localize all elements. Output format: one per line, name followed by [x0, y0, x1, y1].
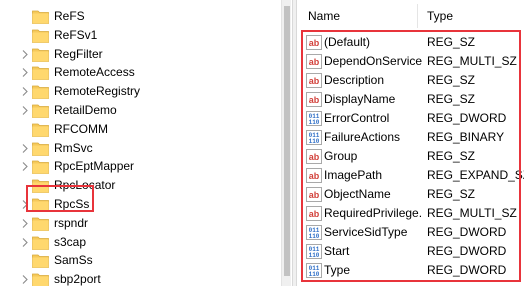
tree-scroll-thumb[interactable] [284, 6, 290, 276]
tree-item-refsv1[interactable]: ReFSv1 [0, 26, 280, 45]
chevron-right-icon[interactable] [20, 233, 30, 252]
tree-item-label: s3cap [54, 234, 87, 249]
tree-item-label: sbp2port [54, 272, 101, 286]
folder-icon [32, 253, 49, 269]
chevron-right-icon[interactable] [20, 270, 30, 286]
column-header-name[interactable]: Name [308, 6, 340, 26]
folder-icon [32, 84, 49, 100]
tree-item-label: RemoteRegistry [54, 84, 141, 99]
tree-item-label: rspndr [54, 215, 89, 230]
tree-item-regfilter[interactable]: RegFilter [0, 45, 280, 64]
tree-item-label: RFCOMM [54, 121, 108, 136]
registry-key-tree: ReFS ReFSv1 RegFilter RemoteAccess RemoteReg… [0, 0, 292, 286]
tree-item-samss[interactable]: SamSs [0, 251, 280, 270]
tree-item-label: RpcEptMapper [54, 159, 135, 174]
folder-icon [32, 28, 49, 43]
folder-icon [32, 216, 49, 231]
tree-scrollbar[interactable] [281, 0, 291, 286]
chevron-right-icon[interactable] [20, 45, 30, 64]
tree-item-refs[interactable]: ReFS [0, 7, 280, 26]
tree-item-label: ReFS [54, 9, 85, 23]
chevron-right-icon[interactable] [20, 214, 30, 233]
folder-icon [32, 272, 49, 286]
tree-item-label: RemoteAccess [54, 65, 135, 80]
tree-item-remoteaccess[interactable]: RemoteAccess [0, 63, 280, 82]
tree-item-sbp2port[interactable]: sbp2port [0, 270, 280, 286]
tree-item-label: SamSs [54, 253, 93, 268]
column-header-type[interactable]: Type [427, 6, 453, 26]
folder-icon [32, 65, 49, 81]
chevron-right-icon[interactable] [20, 101, 30, 120]
column-header-divider[interactable] [417, 4, 418, 28]
tree-item-rmsvc[interactable]: RmSvc [0, 139, 280, 158]
folder-icon [32, 47, 49, 62]
tree-item-label: RmSvc [54, 140, 93, 155]
tree-item-label: RegFilter [54, 46, 103, 61]
chevron-right-icon[interactable] [20, 139, 30, 158]
tree-item-rfcomm[interactable]: RFCOMM [0, 120, 280, 139]
folder-icon [32, 122, 49, 137]
tree-item-rpceptmapper[interactable]: RpcEptMapper [0, 157, 280, 176]
folder-icon [32, 159, 49, 175]
tree-item-retaildemo[interactable]: RetailDemo [0, 101, 280, 120]
folder-icon [32, 103, 49, 118]
values-highlight-box [301, 30, 521, 282]
selected-key-highlight-box [26, 185, 94, 212]
tree-item-s3cap[interactable]: s3cap [0, 233, 280, 252]
chevron-right-icon[interactable] [20, 63, 30, 82]
chevron-right-icon[interactable] [20, 157, 30, 176]
tree-item-label: ReFSv1 [54, 27, 98, 42]
folder-icon [32, 141, 49, 156]
tree-item-remoteregistry[interactable]: RemoteRegistry [0, 82, 280, 101]
tree-item-label: RetailDemo [54, 103, 117, 117]
folder-icon [32, 9, 49, 24]
chevron-right-icon[interactable] [20, 82, 30, 101]
tree-item-rspndr[interactable]: rspndr [0, 214, 280, 233]
folder-icon [32, 235, 49, 250]
